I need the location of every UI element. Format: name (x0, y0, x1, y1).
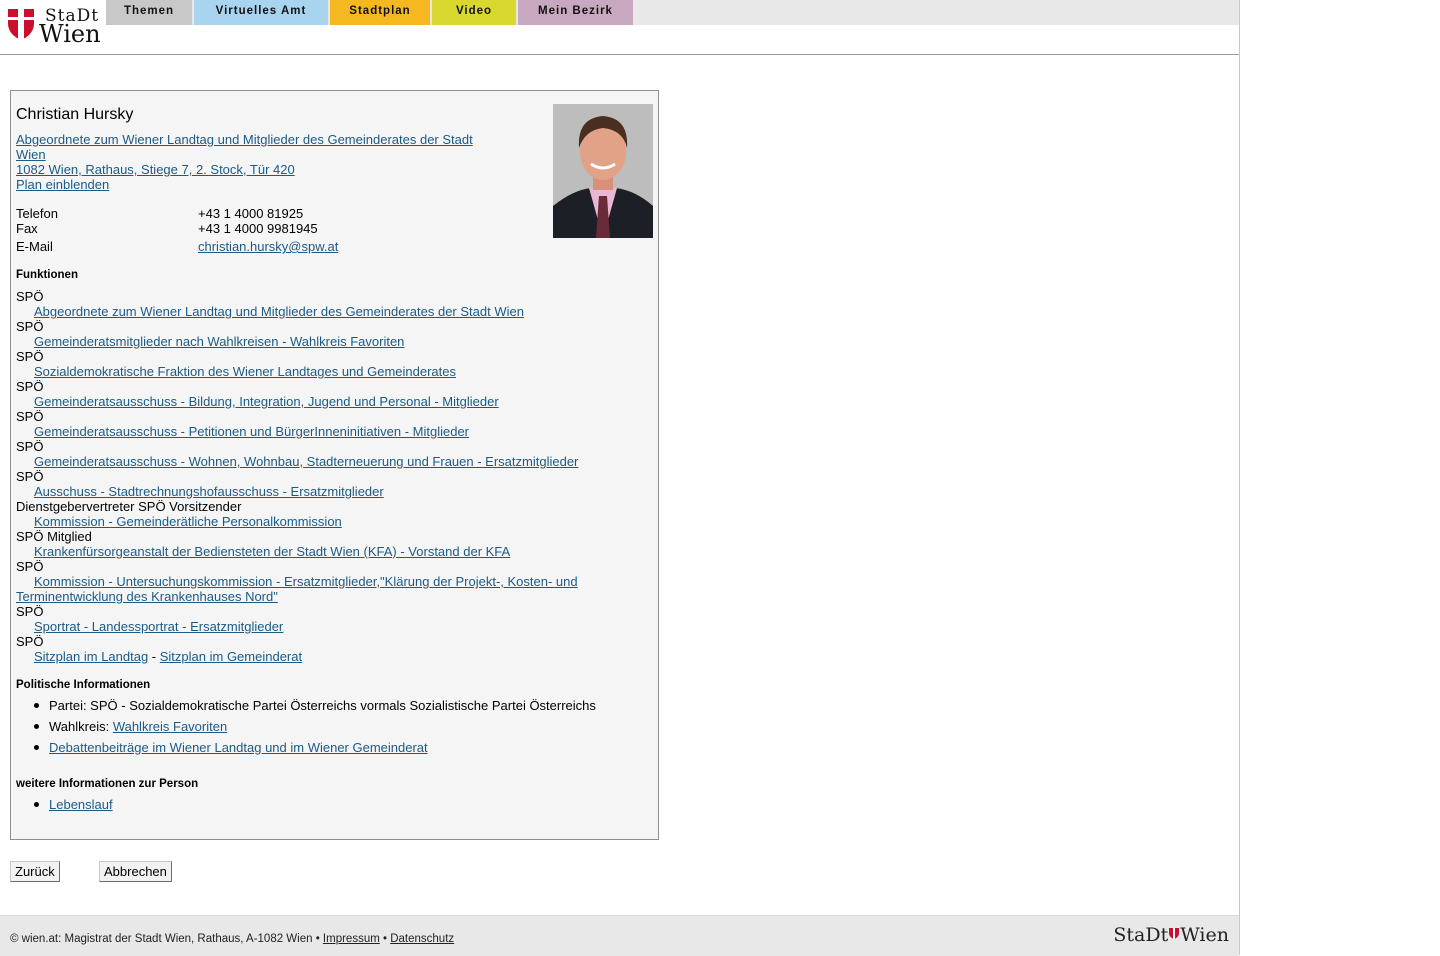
function-label: SPÖ (16, 439, 44, 454)
function-link[interactable]: Gemeinderatsausschuss - Bildung, Integra… (34, 394, 499, 409)
function-link[interactable]: Gemeinderatsausschuss - Petitionen und B… (34, 424, 469, 439)
email-label: E-Mail (16, 239, 53, 254)
footer-logo-stadt: StaDt (1113, 924, 1169, 946)
function-label: SPÖ (16, 559, 44, 574)
tab-themen[interactable]: Themen (106, 0, 192, 25)
person-name: Christian Hursky (16, 106, 134, 123)
person-card: Christian Hursky Abgeordnete zum Wiener … (10, 90, 659, 840)
cancel-button[interactable]: Abbrechen (99, 861, 172, 882)
tab-video[interactable]: Video (432, 0, 516, 25)
main-navigation: Themen Virtuelles Amt Stadtplan Video Me… (106, 0, 1239, 25)
cv-item: Lebenslauf (16, 797, 636, 818)
function-link[interactable]: Gemeinderatsmitglieder nach Wahlkreisen … (34, 334, 404, 349)
function-link[interactable]: Gemeinderatsausschuss - Wohnen, Wohnbau,… (34, 454, 578, 469)
functions-heading: Funktionen (16, 269, 78, 281)
function-label: SPÖ (16, 409, 44, 424)
email-link[interactable]: christian.hursky@spw.at (198, 239, 338, 254)
function-label: Dienstgebervertreter SPÖ Vorsitzender (16, 499, 242, 514)
datenschutz-link[interactable]: Datenschutz (390, 933, 454, 945)
page: StaDt Wien Themen Virtuelles Amt Stadtpl… (0, 0, 1240, 956)
party-text: Partei: SPÖ - Sozialdemokratische Partei… (49, 698, 596, 713)
function-label: SPÖ (16, 379, 44, 394)
function-link[interactable]: Kommission - Gemeinderätliche Personalko… (34, 514, 342, 529)
fax-label: Fax (16, 221, 38, 236)
function-link[interactable]: Krankenfürsorgeanstalt der Bediensteten … (34, 544, 510, 559)
function-link[interactable]: Sportrat - Landessportrat - Ersatzmitgli… (34, 619, 283, 634)
header: StaDt Wien Themen Virtuelles Amt Stadtpl… (0, 0, 1239, 55)
role-address-block: Abgeordnete zum Wiener Landtag und Mitgl… (16, 132, 473, 192)
function-link[interactable]: Ausschuss - Stadtrechnungshofausschuss -… (34, 484, 384, 499)
tab-virtuelles-amt[interactable]: Virtuelles Amt (194, 0, 328, 25)
footer-copyright: © wien.at: Magistrat der Stadt Wien, Rat… (10, 933, 323, 945)
function-label: SPÖ (16, 289, 44, 304)
party-item: Partei: SPÖ - Sozialdemokratische Partei… (16, 698, 636, 719)
stadt-wien-logo[interactable]: StaDt Wien (7, 5, 102, 48)
district-label: Wahlkreis: (49, 719, 113, 734)
role-link-line2[interactable]: Wien (16, 147, 46, 162)
more-info-heading: weitere Informationen zur Person (16, 778, 199, 790)
portrait-image (553, 104, 653, 238)
debates-item: Debattenbeiträge im Wiener Landtag und i… (16, 740, 636, 761)
fax-value: +43 1 4000 9981945 (198, 221, 318, 236)
more-info-list: Lebenslauf (16, 797, 636, 818)
footer-logo-wien: Wien (1180, 924, 1229, 946)
role-link-line1[interactable]: Abgeordnete zum Wiener Landtag und Mitgl… (16, 132, 473, 147)
person-photo (553, 104, 653, 238)
seat-plan-landtag-link[interactable]: Sitzplan im Landtag (34, 649, 148, 664)
tab-mein-bezirk[interactable]: Mein Bezirk (518, 0, 633, 25)
political-info-list: Partei: SPÖ - Sozialdemokratische Partei… (16, 698, 636, 761)
district-link[interactable]: Wahlkreis Favoriten (113, 719, 227, 734)
seat-plan-separator: - (148, 649, 160, 664)
function-label: SPÖ Mitglied (16, 529, 92, 544)
impressum-link[interactable]: Impressum (323, 933, 380, 945)
function-link[interactable]: Kommission - Untersuchungskommission - E… (16, 574, 578, 604)
function-label: SPÖ (16, 319, 44, 334)
footer: © wien.at: Magistrat der Stadt Wien, Rat… (0, 915, 1239, 956)
tab-stadtplan[interactable]: Stadtplan (330, 0, 430, 25)
footer-logo[interactable]: StaDt Wien (1113, 924, 1229, 946)
cv-link[interactable]: Lebenslauf (49, 797, 113, 812)
show-map-link[interactable]: Plan einblenden (16, 177, 109, 192)
phone-label: Telefon (16, 206, 58, 221)
function-label: SPÖ (16, 604, 44, 619)
functions-list: SPÖ Abgeordnete zum Wiener Landtag und M… (16, 289, 636, 664)
wien-shield-icon (8, 9, 34, 40)
political-info-heading: Politische Informationen (16, 679, 151, 691)
wien-shield-icon (1169, 928, 1180, 939)
function-label: SPÖ (16, 349, 44, 364)
logo-wien-text: Wien (39, 20, 101, 48)
function-label: SPÖ (16, 469, 44, 484)
function-link[interactable]: Sozialdemokratische Fraktion des Wiener … (34, 364, 456, 379)
debates-link[interactable]: Debattenbeiträge im Wiener Landtag und i… (49, 740, 428, 755)
footer-separator: • (379, 933, 391, 945)
district-item: Wahlkreis: Wahlkreis Favoriten (16, 719, 636, 740)
address-link[interactable]: 1082 Wien, Rathaus, Stiege 7, 2. Stock, … (16, 162, 295, 177)
function-label: SPÖ (16, 634, 44, 649)
seat-plan-gemeinderat-link[interactable]: Sitzplan im Gemeinderat (160, 649, 302, 664)
back-button[interactable]: Zurück (10, 861, 60, 882)
function-link[interactable]: Abgeordnete zum Wiener Landtag und Mitgl… (34, 304, 524, 319)
footer-text: © wien.at: Magistrat der Stadt Wien, Rat… (10, 933, 454, 945)
phone-value: +43 1 4000 81925 (198, 206, 304, 221)
